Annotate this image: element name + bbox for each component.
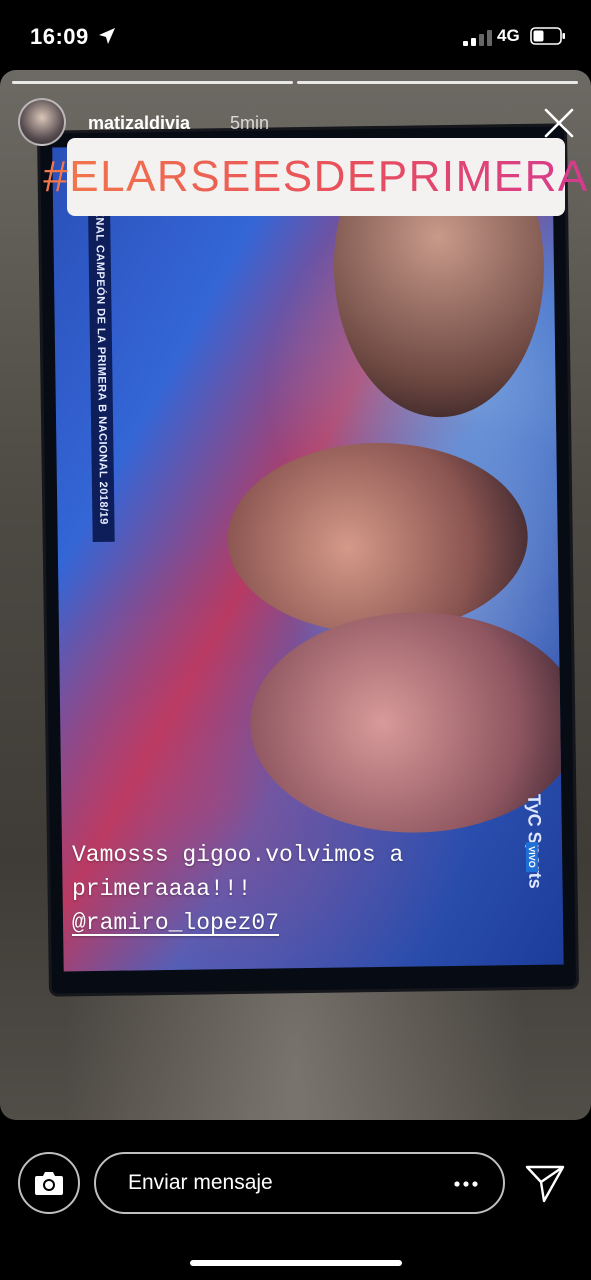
hashtag-text: #ELARSEESDEPRIMERA [43,152,589,201]
home-indicator[interactable] [190,1260,402,1266]
signal-icon [463,30,492,46]
story-caption: Vamosss gigoo.volvimos a primeraaaa!!! @… [72,838,403,940]
message-input[interactable]: Enviar mensaje [94,1152,505,1214]
caption-line: primeraaaa!!! [72,876,252,902]
camera-icon [35,1172,63,1195]
tv-banner-text: ARSENAL CAMPEÓN DE LA PRIMERA B NACIONAL… [92,184,110,525]
caption-line: Vamosss gigoo.volvimos a [72,842,404,868]
story-viewer[interactable]: ARSENAL CAMPEÓN DE LA PRIMERA B NACIONAL… [0,70,591,1120]
message-placeholder: Enviar mensaje [128,1171,273,1194]
battery-icon [530,27,565,45]
network-type: 4G [497,26,520,45]
send-icon[interactable] [524,1162,566,1204]
camera-button[interactable] [18,1152,80,1214]
close-icon[interactable] [542,106,576,140]
status-bar: 16:09 4G [0,0,591,70]
avatar[interactable] [18,98,66,146]
story-progress-segment-2 [297,81,578,84]
more-icon[interactable] [451,1174,481,1194]
status-time: 16:09 [30,24,89,49]
hashtag-sticker[interactable]: #ELARSEESDEPRIMERA [43,138,587,216]
story-username[interactable]: matizaldivia [88,113,190,134]
channel-live-badge: VIVO [525,842,539,872]
story-progress-segment-1 [12,81,293,84]
channel-logo: TyC Sports VIVO [516,790,563,901]
caption-mention[interactable]: @ramiro_lopez07 [72,906,403,940]
location-arrow-icon [99,28,115,44]
story-time-ago: 5min [230,113,270,133]
